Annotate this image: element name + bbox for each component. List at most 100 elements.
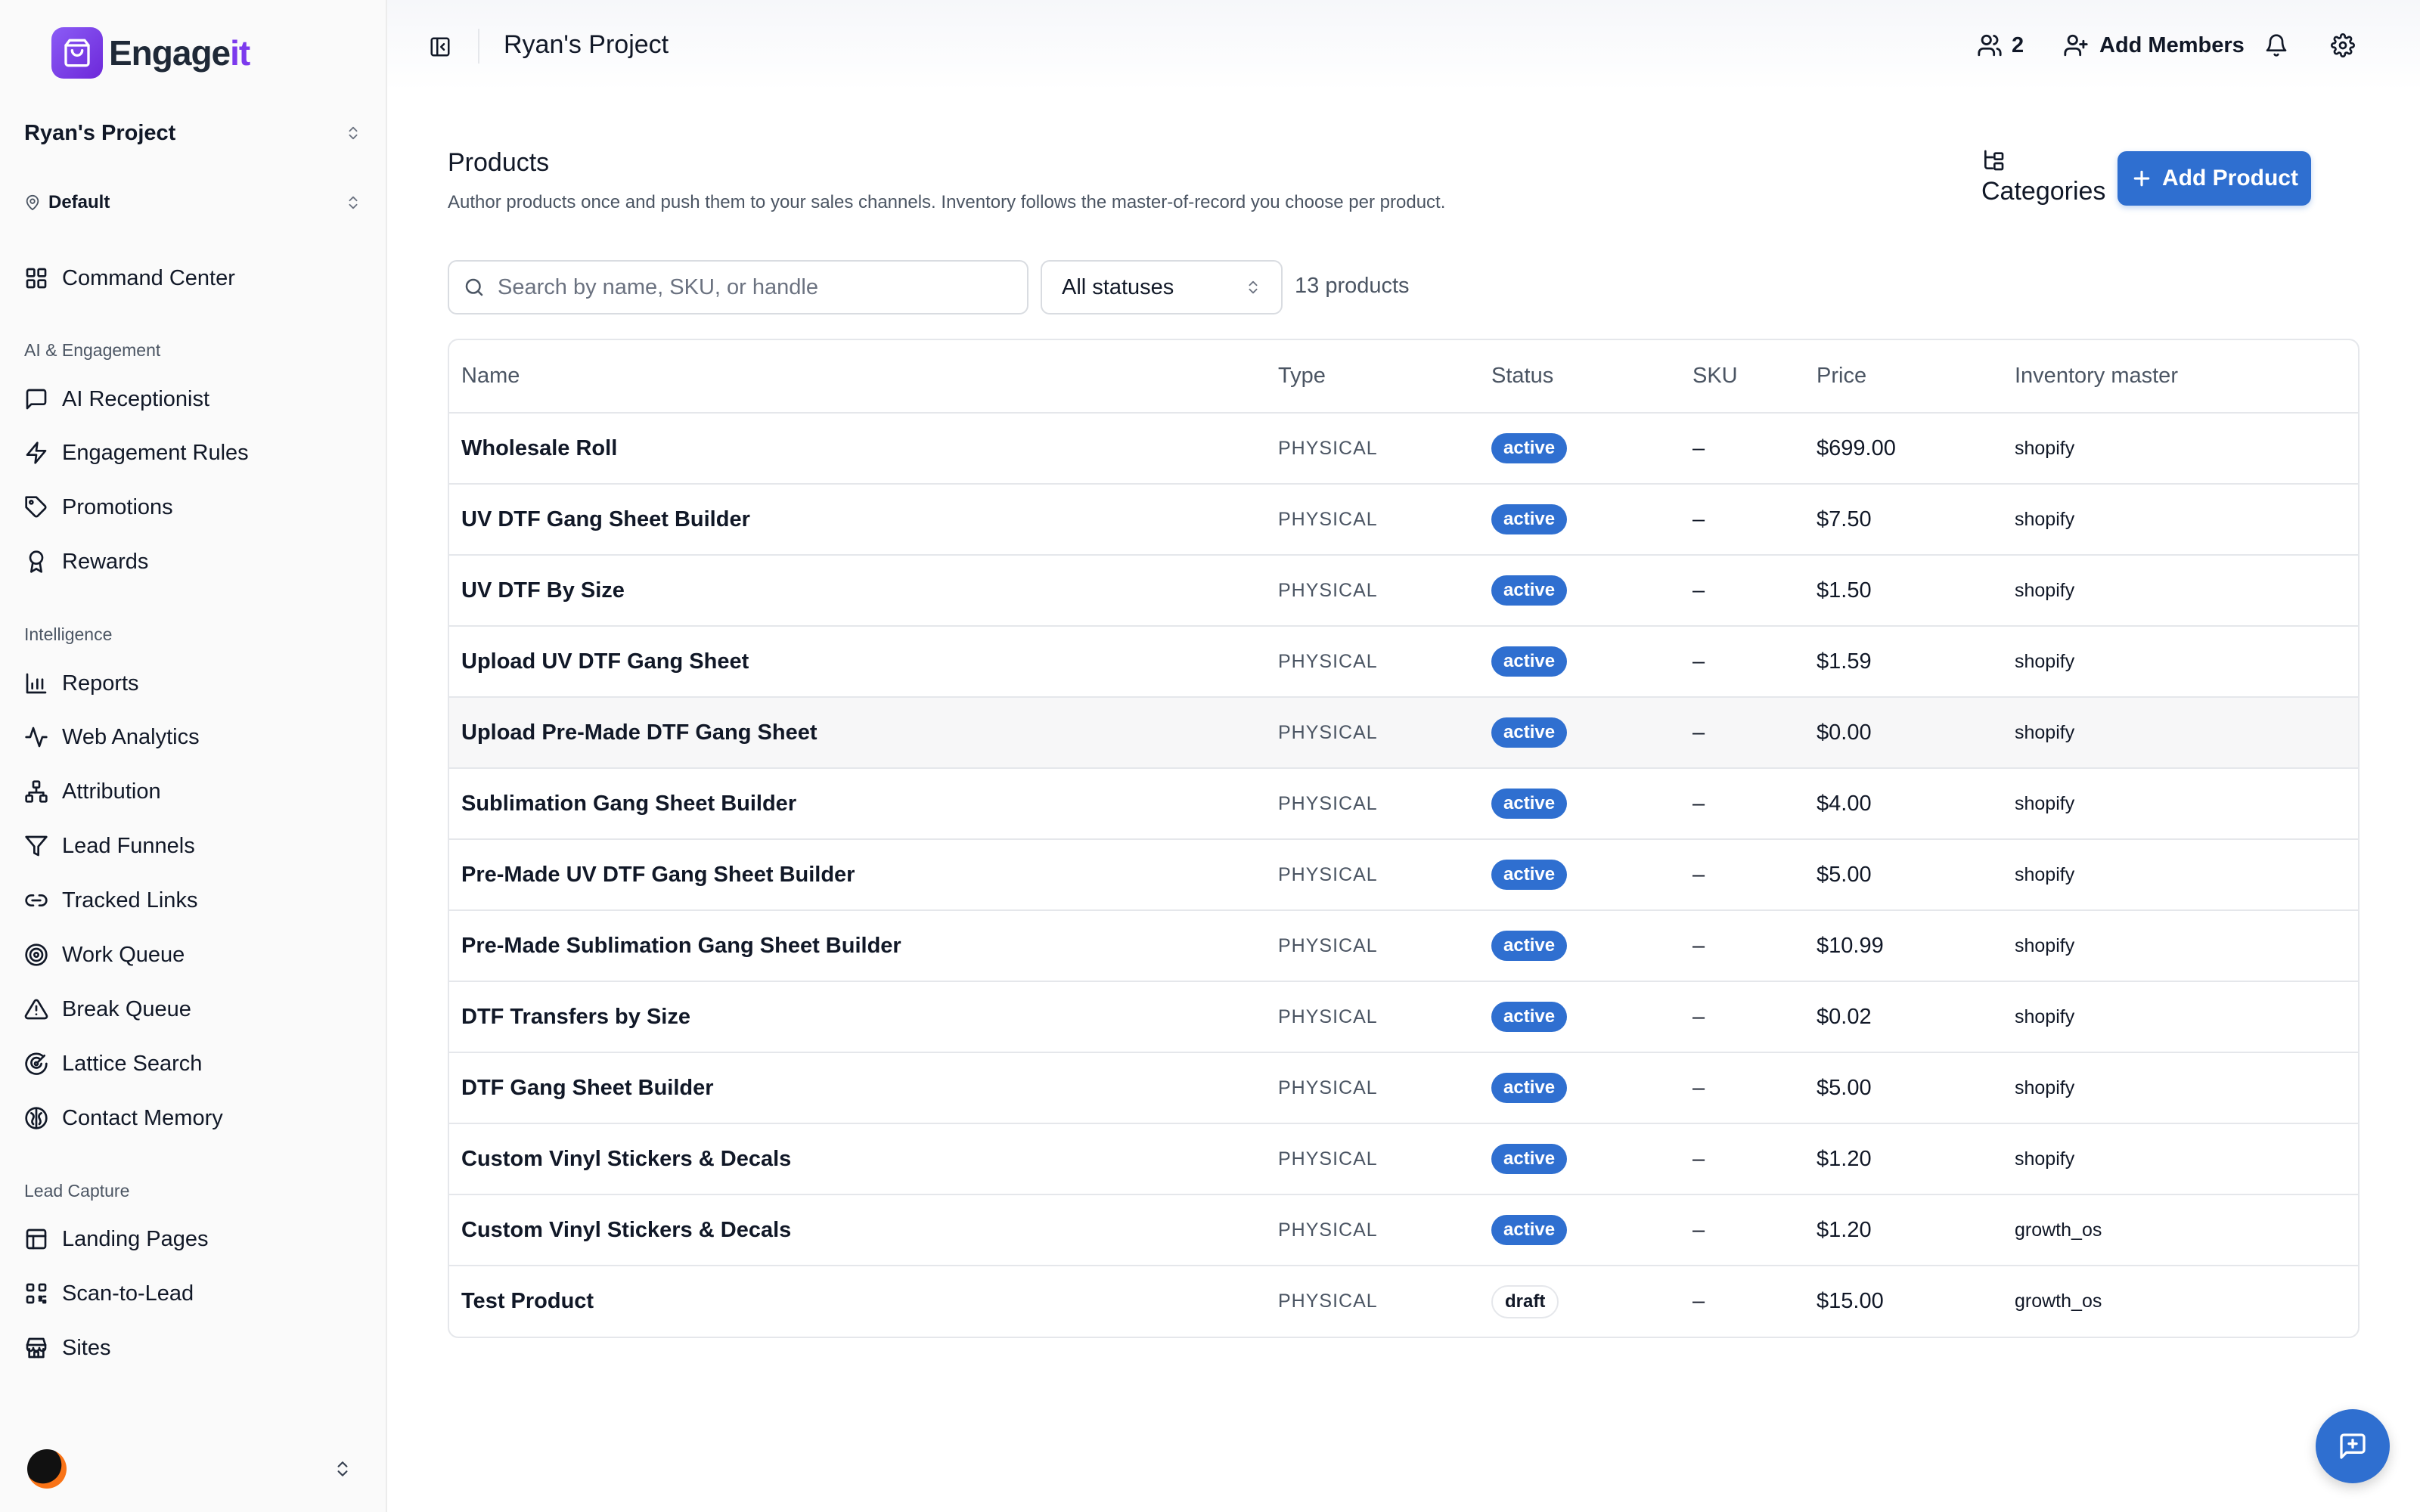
table-row[interactable]: Custom Vinyl Stickers & Decals PHYSICAL … <box>449 1123 2358 1195</box>
sidebar-item-label: AI Receptionist <box>62 386 210 411</box>
table-row[interactable]: Custom Vinyl Stickers & Decals PHYSICAL … <box>449 1194 2358 1266</box>
sidebar-item-ai-receptionist[interactable]: AI Receptionist <box>23 378 365 420</box>
sidebar-item-reports[interactable]: Reports <box>23 662 365 705</box>
sidebar-item-engagement-rules[interactable]: Engagement Rules <box>23 432 365 474</box>
sidebar-item-label: Scan-to-Lead <box>62 1281 194 1306</box>
column-header-price[interactable]: Price <box>1804 340 2003 414</box>
location-switcher[interactable]: Default <box>24 187 361 218</box>
chat-button[interactable] <box>2316 1409 2390 1483</box>
product-price: $0.02 <box>1804 981 2003 1053</box>
product-price: $1.50 <box>1804 555 2003 627</box>
table-row[interactable]: UV DTF By Size PHYSICAL active – $1.50 s… <box>449 555 2358 627</box>
sidebar-item-lead-funnels[interactable]: Lead Funnels <box>23 825 365 867</box>
members-button[interactable]: 2 <box>1977 29 2024 62</box>
product-price: $1.20 <box>1804 1194 2003 1266</box>
categories-button[interactable]: Categories <box>1981 148 2110 206</box>
column-header-status[interactable]: Status <box>1479 340 1680 414</box>
members-count: 2 <box>2012 33 2024 57</box>
sidebar-item-command-center[interactable]: Command Center <box>23 257 365 299</box>
sidebar-item-web-analytics[interactable]: Web Analytics <box>23 716 365 758</box>
product-type: PHYSICAL <box>1266 839 1479 911</box>
gear-icon[interactable] <box>2326 29 2360 62</box>
status-cell: draft <box>1479 1266 1680 1337</box>
sidebar-item-lattice-search[interactable]: Lattice Search <box>23 1043 365 1085</box>
network-icon <box>24 779 48 804</box>
sidebar-item-label: Promotions <box>62 494 173 519</box>
table-row[interactable]: Test Product PHYSICAL draft – $15.00 gro… <box>449 1266 2358 1337</box>
product-inventory-master: shopify <box>2003 839 2358 911</box>
product-inventory-master: shopify <box>2003 484 2358 556</box>
product-price: $10.99 <box>1804 910 2003 982</box>
status-cell: active <box>1479 1194 1680 1266</box>
users-icon <box>1977 33 2003 58</box>
table-row[interactable]: Sublimation Gang Sheet Builder PHYSICAL … <box>449 768 2358 840</box>
table-row[interactable]: Pre-Made UV DTF Gang Sheet Builder PHYSI… <box>449 839 2358 911</box>
sidebar-item-break-queue[interactable]: Break Queue <box>23 988 365 1030</box>
column-header-inventory-master[interactable]: Inventory master <box>2003 340 2358 414</box>
status-cell: active <box>1479 697 1680 769</box>
table-row[interactable]: DTF Transfers by Size PHYSICAL active – … <box>449 981 2358 1053</box>
status-cell: active <box>1479 413 1680 485</box>
product-type: PHYSICAL <box>1266 1194 1479 1266</box>
search-box[interactable] <box>448 260 1028 314</box>
sidebar-item-attribution[interactable]: Attribution <box>23 770 365 813</box>
table-row[interactable]: Wholesale Roll PHYSICAL active – $699.00… <box>449 413 2358 485</box>
status-badge: active <box>1491 1215 1568 1245</box>
table-header-row: Name Type Status SKU Price Inventory mas… <box>449 340 2358 414</box>
sidebar-item-promotions[interactable]: Promotions <box>23 486 365 528</box>
status-filter-select[interactable]: All statuses <box>1041 260 1283 314</box>
store-icon <box>24 1336 48 1360</box>
brand-logo[interactable]: Engageit <box>51 27 250 79</box>
table-row[interactable]: Upload Pre-Made DTF Gang Sheet PHYSICAL … <box>449 697 2358 769</box>
column-header-sku[interactable]: SKU <box>1680 340 1804 414</box>
product-sku: – <box>1680 910 1804 982</box>
message-square-icon <box>24 387 48 411</box>
product-name: Wholesale Roll <box>449 413 1266 485</box>
sidebar-item-rewards[interactable]: Rewards <box>23 541 365 583</box>
filter-icon <box>24 834 48 858</box>
product-name: Pre-Made UV DTF Gang Sheet Builder <box>449 839 1266 911</box>
column-header-name[interactable]: Name <box>449 340 1266 414</box>
sidebar-toggle-icon[interactable] <box>424 30 457 64</box>
table-row[interactable]: DTF Gang Sheet Builder PHYSICAL active –… <box>449 1052 2358 1124</box>
table-row[interactable]: Upload UV DTF Gang Sheet PHYSICAL active… <box>449 626 2358 698</box>
product-inventory-master: shopify <box>2003 697 2358 769</box>
sidebar-item-sites[interactable]: Sites <box>23 1327 365 1369</box>
column-header-type[interactable]: Type <box>1266 340 1479 414</box>
sidebar-item-label: Attribution <box>62 779 161 804</box>
sidebar-item-label: Engagement Rules <box>62 440 249 465</box>
product-name: Sublimation Gang Sheet Builder <box>449 768 1266 840</box>
product-count: 13 products <box>1295 274 1410 298</box>
radar-icon <box>24 1052 48 1076</box>
product-price: $0.00 <box>1804 697 2003 769</box>
product-inventory-master: shopify <box>2003 768 2358 840</box>
sidebar-item-scan-to-lead[interactable]: Scan-to-Lead <box>23 1272 365 1315</box>
search-input[interactable] <box>498 274 997 300</box>
table-row[interactable]: Pre-Made Sublimation Gang Sheet Builder … <box>449 910 2358 982</box>
product-type: PHYSICAL <box>1266 1123 1479 1195</box>
sidebar-item-label: Work Queue <box>62 942 185 967</box>
table-row[interactable]: UV DTF Gang Sheet Builder PHYSICAL activ… <box>449 484 2358 556</box>
folder-tree-icon <box>1981 148 2110 172</box>
sidebar-item-contact-memory[interactable]: Contact Memory <box>23 1097 365 1139</box>
status-cell: active <box>1479 484 1680 556</box>
sidebar-item-work-queue[interactable]: Work Queue <box>23 934 365 976</box>
product-name: DTF Transfers by Size <box>449 981 1266 1053</box>
sidebar-item-landing-pages[interactable]: Landing Pages <box>23 1218 365 1260</box>
add-members-button[interactable]: Add Members <box>2063 29 2245 62</box>
add-product-button[interactable]: Add Product <box>2118 151 2311 206</box>
user-menu[interactable] <box>27 1447 352 1491</box>
product-sku: – <box>1680 484 1804 556</box>
sidebar-item-label: Landing Pages <box>62 1226 209 1251</box>
bell-icon[interactable] <box>2260 29 2293 62</box>
product-inventory-master: shopify <box>2003 555 2358 627</box>
sidebar-item-tracked-links[interactable]: Tracked Links <box>23 879 365 922</box>
product-sku: – <box>1680 1194 1804 1266</box>
product-type: PHYSICAL <box>1266 697 1479 769</box>
sidebar-item-label: Command Center <box>62 265 235 290</box>
project-switcher[interactable]: Ryan's Project <box>24 116 361 150</box>
product-sku: – <box>1680 697 1804 769</box>
user-plus-icon <box>2063 33 2089 58</box>
status-badge: active <box>1491 1144 1568 1174</box>
status-cell: active <box>1479 626 1680 698</box>
